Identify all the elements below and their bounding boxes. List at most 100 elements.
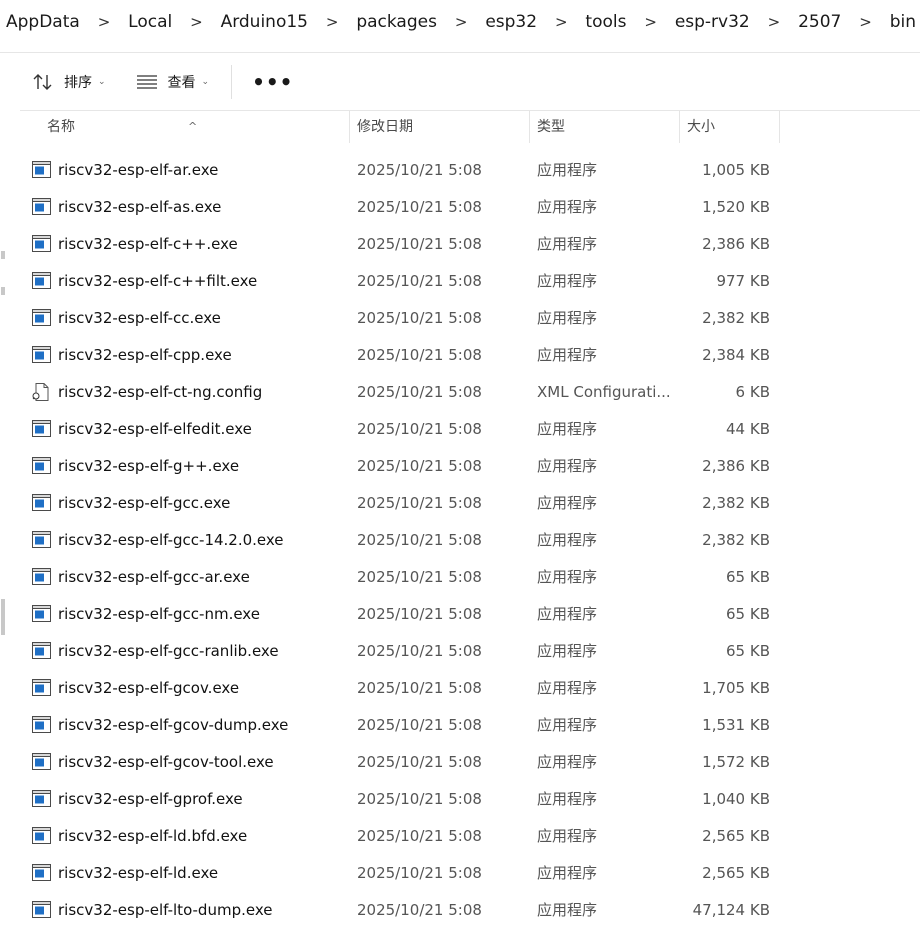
file-name: riscv32-esp-elf-gcov-dump.exe <box>58 715 289 734</box>
file-row[interactable]: riscv32-esp-elf-gcc-ranlib.exe 2025/10/21… <box>20 632 820 669</box>
file-row[interactable]: riscv32-esp-elf-as.exe 2025/10/21 5:08 应用程… <box>20 188 820 225</box>
sort-ascending-icon: ^ <box>188 120 198 133</box>
file-row[interactable]: riscv32-esp-elf-elfedit.exe 2025/10/21 5:… <box>20 410 820 447</box>
chevron-right-icon[interactable]: > <box>541 13 581 31</box>
chevron-right-icon[interactable]: > <box>630 13 670 31</box>
file-row[interactable]: riscv32-esp-elf-ld.exe 2025/10/21 5:08 应用程… <box>20 854 820 891</box>
file-date: 2025/10/21 5:08 <box>357 715 482 734</box>
file-size: 65 KB <box>726 641 770 660</box>
chevron-right-icon[interactable]: > <box>441 13 481 31</box>
file-row[interactable]: riscv32-esp-elf-c++filt.exe 2025/10/21 5:… <box>20 262 820 299</box>
chevron-right-icon[interactable]: > <box>312 13 352 31</box>
column-header-size[interactable]: 大小 <box>680 111 780 143</box>
chevron-down-icon: ⌄ <box>201 77 210 87</box>
file-size: 2,384 KB <box>702 345 770 364</box>
file-name-cell: riscv32-esp-elf-g++.exe <box>32 457 239 475</box>
file-row[interactable]: riscv32-esp-elf-ct-ng.config 2025/10/21 5… <box>20 373 820 410</box>
breadcrumb-item[interactable]: 2507 <box>794 12 845 32</box>
file-size: 44 KB <box>726 419 770 438</box>
exe-icon <box>32 457 52 475</box>
file-row[interactable]: riscv32-esp-elf-c++.exe 2025/10/21 5:08 应用… <box>20 225 820 262</box>
file-row[interactable]: riscv32-esp-elf-gcc.exe 2025/10/21 5:08 应用… <box>20 484 820 521</box>
more-options-button[interactable]: ••• <box>246 64 299 100</box>
exe-icon <box>32 605 52 623</box>
view-button[interactable]: 查看 ⌄ <box>124 64 222 100</box>
file-size: 2,382 KB <box>702 493 770 512</box>
file-name: riscv32-esp-elf-g++.exe <box>58 456 240 475</box>
chevron-right-icon[interactable]: > <box>754 13 794 31</box>
chevron-right-icon[interactable]: > <box>84 13 124 31</box>
file-date: 2025/10/21 5:08 <box>357 678 482 697</box>
file-row[interactable]: riscv32-esp-elf-gcc-ar.exe 2025/10/21 5:0… <box>20 558 820 595</box>
file-name: riscv32-esp-elf-lto-dump.exe <box>58 900 273 919</box>
chevron-right-icon[interactable]: > <box>176 13 216 31</box>
file-size: 2,386 KB <box>702 456 770 475</box>
breadcrumb-item[interactable]: esp-rv32 <box>671 12 754 32</box>
file-size: 2,386 KB <box>702 234 770 253</box>
file-date: 2025/10/21 5:08 <box>357 456 482 475</box>
exe-icon <box>32 642 52 660</box>
file-name-cell: riscv32-esp-elf-c++.exe <box>32 235 238 253</box>
file-type: 应用程序 <box>537 679 598 697</box>
file-name-cell: riscv32-esp-elf-gcc.exe <box>32 494 230 512</box>
file-row[interactable]: riscv32-esp-elf-gcov-tool.exe 2025/10/21 … <box>20 743 820 780</box>
breadcrumb-item[interactable]: bin <box>886 12 920 32</box>
file-size: 2,565 KB <box>702 863 770 882</box>
file-name-cell: riscv32-esp-elf-ct-ng.config <box>32 382 262 401</box>
file-row[interactable]: riscv32-esp-elf-ar.exe 2025/10/21 5:08 应用程… <box>20 151 820 188</box>
file-date: 2025/10/21 5:08 <box>357 863 482 882</box>
sort-button-label: 排序 <box>64 75 92 91</box>
breadcrumb-item[interactable]: esp32 <box>481 12 541 32</box>
file-date: 2025/10/21 5:08 <box>357 345 482 364</box>
file-row[interactable]: riscv32-esp-elf-gcov.exe 2025/10/21 5:08 应… <box>20 669 820 706</box>
file-size: 2,382 KB <box>702 530 770 549</box>
file-name-cell: riscv32-esp-elf-cc.exe <box>32 309 221 327</box>
file-name-cell: riscv32-esp-elf-gcc-ranlib.exe <box>32 642 279 660</box>
file-date: 2025/10/21 5:08 <box>357 826 482 845</box>
exe-icon <box>32 420 52 438</box>
file-size: 6 KB <box>735 382 770 401</box>
file-type: 应用程序 <box>537 642 598 660</box>
breadcrumb-item[interactable]: Arduino15 <box>217 12 312 32</box>
file-type: 应用程序 <box>537 753 598 771</box>
column-header-size-label: 大小 <box>687 119 715 135</box>
exe-icon <box>32 716 52 734</box>
file-list: riscv32-esp-elf-ar.exe 2025/10/21 5:08 应用程… <box>20 151 820 928</box>
file-name: riscv32-esp-elf-ld.exe <box>58 863 219 882</box>
file-row[interactable]: riscv32-esp-elf-cc.exe 2025/10/21 5:08 应用程… <box>20 299 820 336</box>
file-row[interactable]: riscv32-esp-elf-ld.bfd.exe 2025/10/21 5:0… <box>20 817 820 854</box>
breadcrumb-item[interactable]: AppData <box>0 12 84 32</box>
file-row[interactable]: riscv32-esp-elf-gcov-dump.exe 2025/10/21 … <box>20 706 820 743</box>
file-name-cell: riscv32-esp-elf-gcc-nm.exe <box>32 605 260 623</box>
file-row[interactable]: riscv32-esp-elf-gcc-nm.exe 2025/10/21 5:0… <box>20 595 820 632</box>
file-row[interactable]: riscv32-esp-elf-gcc-14.2.0.exe 2025/10/21… <box>20 521 820 558</box>
command-bar: 排序 ⌄ 查看 ⌄ ••• <box>20 53 920 111</box>
file-row[interactable]: riscv32-esp-elf-gprof.exe 2025/10/21 5:08… <box>20 780 820 817</box>
more-icon: ••• <box>252 70 294 94</box>
file-name-cell: riscv32-esp-elf-elfedit.exe <box>32 420 252 438</box>
scrollbar-thumb[interactable] <box>1 599 5 635</box>
column-header-date[interactable]: 修改日期 <box>350 111 530 143</box>
file-date: 2025/10/21 5:08 <box>357 419 482 438</box>
file-row[interactable]: riscv32-esp-elf-lto-dump.exe 2025/10/21 5… <box>20 891 820 928</box>
file-size: 65 KB <box>726 604 770 623</box>
column-header-name[interactable]: 名称 ^ <box>20 111 350 143</box>
file-name: riscv32-esp-elf-ld.bfd.exe <box>58 826 248 845</box>
file-size: 65 KB <box>726 567 770 586</box>
breadcrumb-item[interactable]: tools <box>581 12 630 32</box>
breadcrumb-item[interactable]: Local <box>124 12 176 32</box>
breadcrumb-item[interactable]: packages <box>352 12 441 32</box>
column-header-row: 名称 ^ 修改日期 类型 大小 <box>20 111 780 143</box>
sort-button[interactable]: 排序 ⌄ <box>20 64 118 100</box>
file-name: riscv32-esp-elf-cc.exe <box>58 308 221 327</box>
file-row[interactable]: riscv32-esp-elf-cpp.exe 2025/10/21 5:08 应用… <box>20 336 820 373</box>
exe-icon <box>32 568 52 586</box>
file-date: 2025/10/21 5:08 <box>357 900 482 919</box>
chevron-right-icon[interactable]: > <box>845 13 885 31</box>
file-row[interactable]: riscv32-esp-elf-g++.exe 2025/10/21 5:08 应用… <box>20 447 820 484</box>
column-header-type[interactable]: 类型 <box>530 111 680 143</box>
scroll-marker <box>1 287 5 295</box>
file-type: 应用程序 <box>537 198 598 216</box>
file-type: 应用程序 <box>537 161 598 179</box>
column-header-name-label: 名称 <box>47 119 75 135</box>
